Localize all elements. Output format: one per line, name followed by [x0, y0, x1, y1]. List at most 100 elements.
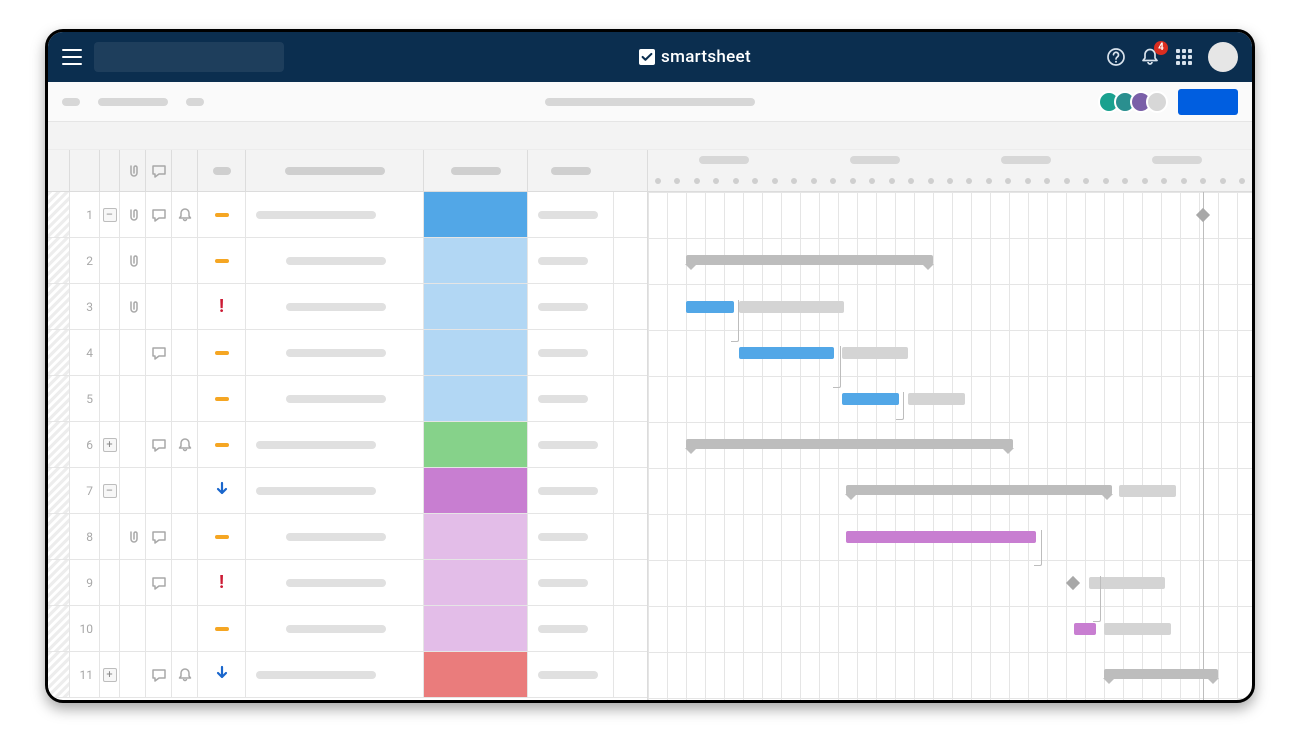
collapse-icon[interactable]: – [103, 484, 117, 498]
status-cell[interactable] [198, 422, 246, 467]
row-handle[interactable] [48, 560, 70, 605]
extra-cell[interactable] [528, 514, 614, 559]
expand-cell[interactable]: + [100, 652, 120, 697]
extra-cell[interactable] [528, 560, 614, 605]
row-handle[interactable] [48, 330, 70, 375]
collaborator-avatar[interactable] [1146, 91, 1168, 113]
comment-cell[interactable] [146, 652, 172, 697]
col-task[interactable] [246, 150, 424, 191]
reminder-cell[interactable] [172, 514, 198, 559]
color-status-cell[interactable] [424, 422, 528, 467]
col-comment[interactable] [146, 150, 172, 191]
status-cell[interactable]: ! [198, 560, 246, 605]
search-input[interactable] [94, 42, 284, 72]
collaborator-avatars[interactable] [1098, 91, 1168, 113]
gantt-task-bar[interactable] [739, 347, 834, 359]
gantt-task-bar[interactable] [1074, 623, 1097, 635]
task-cell[interactable] [246, 514, 424, 559]
color-status-cell[interactable] [424, 606, 528, 651]
color-status-cell[interactable] [424, 330, 528, 375]
task-cell[interactable] [246, 652, 424, 697]
color-status-cell[interactable] [424, 238, 528, 283]
expand-cell[interactable]: – [100, 468, 120, 513]
status-cell[interactable] [198, 330, 246, 375]
notifications-icon[interactable]: 4 [1140, 47, 1160, 67]
reminder-cell[interactable] [172, 422, 198, 467]
task-cell[interactable] [246, 468, 424, 513]
row-handle[interactable] [48, 606, 70, 651]
help-icon[interactable] [1106, 47, 1126, 67]
color-status-cell[interactable] [424, 652, 528, 697]
attachment-cell[interactable] [120, 514, 146, 559]
expand-icon[interactable]: + [103, 668, 117, 682]
gantt-task-bar[interactable] [1089, 577, 1165, 589]
col-attachment[interactable] [120, 150, 146, 191]
row-handle[interactable] [48, 652, 70, 697]
attachment-cell[interactable] [120, 330, 146, 375]
extra-cell[interactable] [528, 330, 614, 375]
task-cell[interactable] [246, 606, 424, 651]
collapse-icon[interactable]: – [103, 208, 117, 222]
row-handle[interactable] [48, 376, 70, 421]
table-row[interactable]: 8 [48, 514, 647, 560]
toolbar-item[interactable] [62, 98, 80, 106]
gantt-task-bar[interactable] [1119, 485, 1176, 497]
comment-cell[interactable] [146, 238, 172, 283]
status-cell[interactable] [198, 238, 246, 283]
attachment-cell[interactable] [120, 468, 146, 513]
comment-cell[interactable] [146, 468, 172, 513]
attachment-cell[interactable] [120, 652, 146, 697]
color-status-cell[interactable] [424, 468, 528, 513]
gantt-task-bar[interactable] [842, 393, 899, 405]
extra-cell[interactable] [528, 238, 614, 283]
status-cell[interactable] [198, 376, 246, 421]
gantt-task-bar[interactable] [1104, 623, 1171, 635]
status-cell[interactable] [198, 192, 246, 237]
share-button[interactable] [1178, 89, 1238, 115]
table-row[interactable]: 9! [48, 560, 647, 606]
expand-cell[interactable]: – [100, 192, 120, 237]
row-handle[interactable] [48, 514, 70, 559]
color-status-cell[interactable] [424, 560, 528, 605]
gantt-milestone[interactable] [1196, 208, 1210, 222]
row-handle[interactable] [48, 192, 70, 237]
gantt-body[interactable] [648, 192, 1252, 700]
reminder-cell[interactable] [172, 192, 198, 237]
apps-grid-icon[interactable] [1174, 47, 1194, 67]
row-handle[interactable] [48, 284, 70, 329]
comment-cell[interactable] [146, 330, 172, 375]
comment-cell[interactable] [146, 284, 172, 329]
status-cell[interactable] [198, 606, 246, 651]
comment-cell[interactable] [146, 422, 172, 467]
task-cell[interactable] [246, 376, 424, 421]
gantt-task-bar[interactable] [908, 393, 965, 405]
extra-cell[interactable] [528, 652, 614, 697]
comment-cell[interactable] [146, 192, 172, 237]
status-cell[interactable] [198, 514, 246, 559]
attachment-cell[interactable] [120, 284, 146, 329]
expand-icon[interactable]: + [103, 438, 117, 452]
extra-cell[interactable] [528, 422, 614, 467]
extra-cell[interactable] [528, 284, 614, 329]
color-status-cell[interactable] [424, 514, 528, 559]
reminder-cell[interactable] [172, 606, 198, 651]
gantt-panel[interactable] [648, 150, 1252, 700]
reminder-cell[interactable] [172, 468, 198, 513]
col-status[interactable] [198, 150, 246, 191]
attachment-cell[interactable] [120, 238, 146, 283]
task-cell[interactable] [246, 238, 424, 283]
table-row[interactable]: 2 [48, 238, 647, 284]
gantt-task-bar[interactable] [686, 301, 734, 313]
gantt-summary-bar[interactable] [1104, 669, 1218, 679]
table-row[interactable]: 5 [48, 376, 647, 422]
table-row[interactable]: 7– [48, 468, 647, 514]
table-row[interactable]: 11+ [48, 652, 647, 698]
sheet-title[interactable] [545, 98, 755, 106]
task-cell[interactable] [246, 284, 424, 329]
gantt-milestone[interactable] [1066, 576, 1080, 590]
col-color-status[interactable] [424, 150, 528, 191]
gantt-summary-bar[interactable] [686, 255, 933, 265]
comment-cell[interactable] [146, 376, 172, 421]
col-extra[interactable] [528, 150, 614, 191]
table-row[interactable]: 4 [48, 330, 647, 376]
